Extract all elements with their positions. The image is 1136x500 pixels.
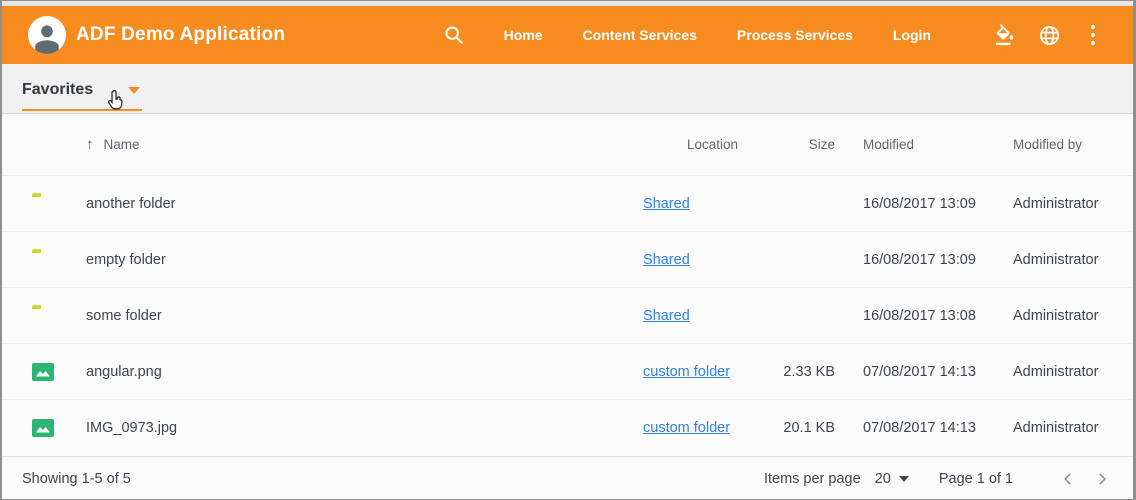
file-size: 2.33 KB [763,364,843,380]
app-title: ADF Demo Application [76,24,285,46]
kebab-menu-icon[interactable] [1081,23,1105,47]
location-link[interactable]: Shared [643,252,690,268]
modified-by: Administrator [1013,420,1113,436]
person-icon [30,20,64,54]
main-nav: Home Content Services Process Services L… [484,27,951,43]
modified-date: 16/08/2017 13:09 [843,196,1013,212]
file-name: another folder [86,196,643,212]
header-icon-group [973,23,1105,47]
pagination-controls: Items per page 20 Page 1 of 1 [764,466,1115,492]
page-indicator: Page 1 of 1 [939,471,1013,487]
sort-ascending-icon: ↑ [86,136,94,153]
nav-item-process-services[interactable]: Process Services [717,27,873,43]
search-icon[interactable] [442,23,466,47]
file-name: empty folder [86,252,643,268]
file-name: angular.png [86,364,643,380]
nav-item-content-services[interactable]: Content Services [563,27,717,43]
modified-by: Administrator [1013,364,1113,380]
paint-bucket-icon[interactable] [993,23,1017,47]
items-per-page-label: Items per page [764,471,861,487]
showing-count: Showing 1-5 of 5 [22,471,131,487]
modified-by: Administrator [1013,252,1113,268]
modified-date: 16/08/2017 13:09 [843,252,1013,268]
content-toolbar: Favorites [2,64,1133,114]
location-link[interactable]: custom folder [643,420,730,436]
user-avatar [28,16,66,54]
table-row[interactable]: angular.png custom folder 2.33 KB 07/08/… [2,344,1133,400]
table-row[interactable]: IMG_0973.jpg custom folder 20.1 KB 07/08… [2,400,1133,456]
items-per-page-select[interactable]: 20 [875,471,909,487]
modified-date: 07/08/2017 14:13 [843,364,1013,380]
column-header-modified[interactable]: Modified [843,137,1013,152]
table-row[interactable]: empty folder Shared 16/08/2017 13:09 Adm… [2,232,1133,288]
file-name: some folder [86,308,643,324]
image-file-icon [32,363,54,381]
app-window: ADF Demo Application Home Content Servic… [0,0,1136,500]
column-header-location[interactable]: Location [643,137,763,152]
app-header: ADF Demo Application Home Content Servic… [2,6,1133,64]
location-link[interactable]: Shared [643,196,690,212]
modified-date: 16/08/2017 13:08 [843,308,1013,324]
table-row[interactable]: another folder Shared 16/08/2017 13:09 A… [2,176,1133,232]
file-name: IMG_0973.jpg [86,420,643,436]
next-page-button[interactable] [1089,466,1115,492]
file-size: 20.1 KB [763,420,843,436]
favorites-dropdown[interactable]: Favorites [22,81,142,111]
globe-icon[interactable] [1037,23,1061,47]
nav-item-home[interactable]: Home [484,27,563,43]
items-per-page-value: 20 [875,471,891,487]
favorites-label: Favorites [22,81,93,99]
location-link[interactable]: Shared [643,308,690,324]
modified-date: 07/08/2017 14:13 [843,420,1013,436]
column-header-size[interactable]: Size [763,137,843,152]
nav-item-login[interactable]: Login [873,27,951,43]
column-header-modified-by[interactable]: Modified by [1013,137,1113,152]
table-header-row: ↑ Name Location Size Modified Modified b… [2,114,1133,176]
chevron-down-icon [128,87,140,94]
image-file-icon [32,419,54,437]
previous-page-button[interactable] [1055,466,1081,492]
location-link[interactable]: custom folder [643,364,730,380]
modified-by: Administrator [1013,196,1113,212]
document-list: ↑ Name Location Size Modified Modified b… [2,114,1133,456]
table-row[interactable]: some folder Shared 16/08/2017 13:08 Admi… [2,288,1133,344]
modified-by: Administrator [1013,308,1113,324]
chevron-down-icon [899,476,909,482]
pagination-bar: Showing 1-5 of 5 Items per page 20 Page … [2,456,1133,500]
column-header-name[interactable]: ↑ Name [86,136,643,153]
